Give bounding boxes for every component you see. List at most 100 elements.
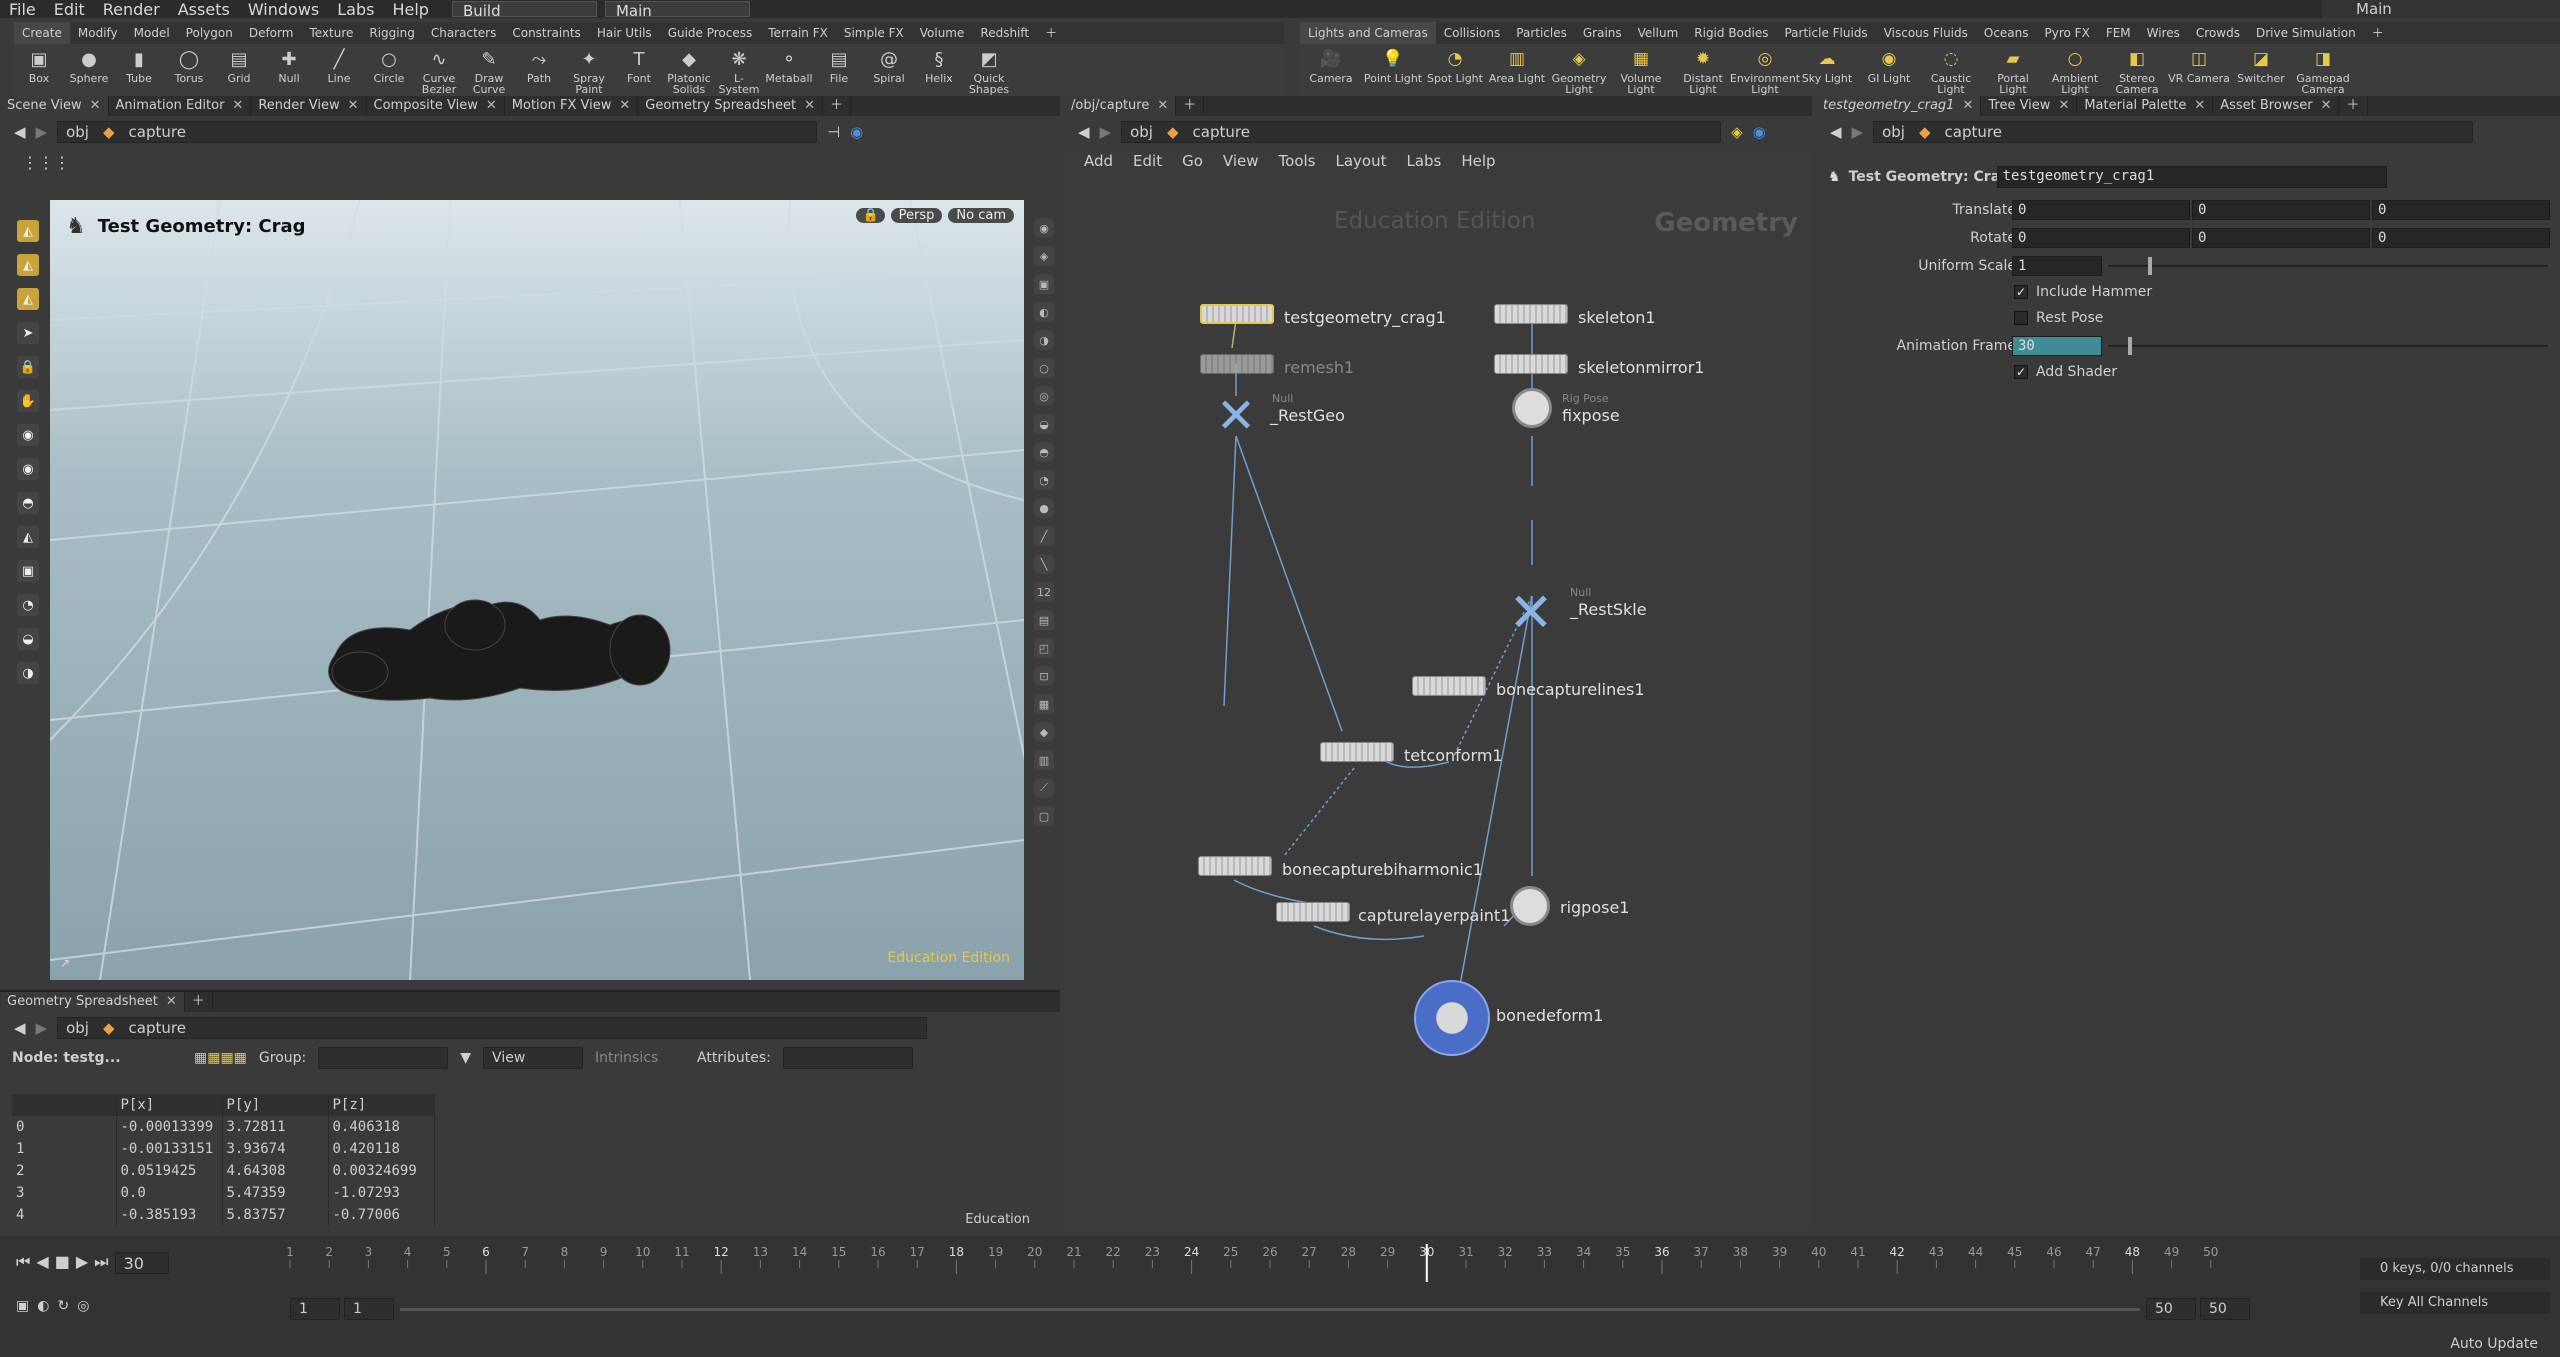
shelf-tab[interactable]: Lights and Cameras (1300, 22, 1436, 44)
shelf-tool[interactable]: ▤ File (814, 48, 864, 84)
shelf-tab[interactable]: Drive Simulation (2248, 22, 2364, 44)
shelf-tool[interactable]: ▰ Portal Light (1982, 48, 2044, 95)
close-icon[interactable]: ✕ (804, 98, 815, 113)
shelf-tool[interactable]: ◈ Geometry Light (1548, 48, 1610, 95)
pane-tab[interactable]: Render View ✕ (251, 96, 367, 116)
shelf-tool[interactable]: ◔ Spot Light (1424, 48, 1486, 84)
display-option-icon[interactable]: ▥ (1034, 750, 1054, 770)
pin-icon[interactable]: ⊣ (827, 123, 840, 141)
shelf-tab[interactable]: Rigid Bodies (1686, 22, 1776, 44)
shelf-tool[interactable]: ◨ Gamepad Camera (2292, 48, 2354, 95)
scale-field[interactable]: 1 (2012, 256, 2102, 276)
audio-icon[interactable]: ◐ (37, 1298, 49, 1314)
translate-x[interactable]: 0 (2012, 200, 2190, 220)
close-icon[interactable]: ✕ (90, 98, 101, 113)
auto-update-label[interactable]: Auto Update (2450, 1336, 2538, 1352)
node-label[interactable]: tetconform1 (1404, 746, 1503, 765)
forward-arrow-icon[interactable]: ▶ (36, 1019, 48, 1037)
play-icon[interactable]: ▶ (76, 1252, 88, 1274)
key-channels-menu[interactable]: Key All Channels (2360, 1292, 2550, 1314)
back-arrow-icon[interactable]: ◀ (14, 123, 26, 141)
menu-windows[interactable]: Windows (239, 0, 328, 19)
shelf-tab[interactable]: Wires (2139, 22, 2188, 44)
pane-tab[interactable]: Geometry Spreadsheet ✕ (638, 96, 824, 116)
forward-arrow-icon[interactable]: ▶ (1852, 123, 1864, 141)
display-option-icon[interactable]: ⟋ (1034, 778, 1054, 798)
close-icon[interactable]: ✕ (486, 98, 497, 113)
playback-end[interactable]: 50 (2146, 1298, 2196, 1320)
path-field[interactable]: obj ◆ capture (57, 121, 818, 143)
frame-field[interactable]: 30 (2012, 336, 2102, 356)
rest-pose-checkbox[interactable] (2014, 311, 2028, 325)
network-node[interactable] (1276, 902, 1350, 922)
shelf-tool[interactable]: ◪ Switcher (2230, 48, 2292, 84)
network-node[interactable] (1200, 304, 1274, 324)
main-desk-select[interactable]: Main (2322, 0, 2560, 18)
shelf-tool[interactable]: ▮ Tube (114, 48, 164, 84)
magnet-tool-icon[interactable]: ◓ (17, 492, 39, 514)
add-shader-checkbox[interactable]: ✓ (2014, 365, 2028, 379)
pane-tab[interactable]: Asset Browser ✕ (2213, 96, 2340, 116)
shelf-tab[interactable]: Hair Utils (589, 22, 660, 44)
display-option-icon[interactable]: ▢ (1034, 806, 1054, 826)
add-tab-button[interactable]: ＋ (185, 992, 213, 1012)
sheet-capture-path[interactable]: capture (129, 1019, 186, 1037)
paint-tool-icon[interactable]: ◭ (17, 288, 39, 310)
shelf-tab[interactable]: Texture (301, 22, 361, 44)
shelf-tab[interactable]: Terrain FX (760, 22, 836, 44)
network-node[interactable] (1512, 388, 1552, 428)
attribute-class-icons[interactable]: ▦▦▦▦ (194, 1050, 247, 1066)
close-icon[interactable]: ✕ (619, 98, 630, 113)
pane-tab[interactable]: Material Palette ✕ (2077, 96, 2214, 116)
col-px[interactable]: P[x] (116, 1094, 223, 1116)
pose-tool-icon[interactable]: ◭ (17, 526, 39, 548)
shelf-tab[interactable]: Characters (423, 22, 505, 44)
shelf-tab[interactable]: Model (126, 22, 178, 44)
add-tab-button[interactable]: ＋ (823, 96, 852, 116)
rotate-x[interactable]: 0 (2012, 228, 2190, 248)
node-label[interactable]: rigpose1 (1560, 898, 1629, 917)
shelf-tool[interactable]: ◩ Quick Shapes (964, 48, 1014, 95)
shelf-tab[interactable]: Volume (912, 22, 973, 44)
shelf-tool[interactable]: ◎ Environment Light (1730, 48, 1800, 95)
close-icon[interactable]: ✕ (166, 994, 177, 1009)
param-path-field[interactable]: obj ◆ capture (1873, 121, 2474, 143)
capture-path[interactable]: capture (129, 123, 186, 141)
realtime-icon[interactable]: ▣ (16, 1298, 29, 1314)
network-node[interactable] (1414, 980, 1490, 1056)
translate-y[interactable]: 0 (2192, 200, 2370, 220)
network-node[interactable] (1494, 304, 1568, 324)
timeline-ruler[interactable]: 1 2 3 4 5 6 7 8 9 10 11 12 13 14 15 16 17 18 19 20 21 22 23 24 2… (280, 1244, 2280, 1284)
shelf-tab[interactable]: Simple FX (836, 22, 912, 44)
node-label[interactable]: bonecapturelines1 (1496, 680, 1645, 699)
shelf-tab[interactable]: Redshift (972, 22, 1037, 44)
shelf-tab[interactable]: Pyro FX (2037, 22, 2098, 44)
lock-tool-icon[interactable]: ◭ (17, 254, 39, 276)
shelf-tool[interactable]: ☁ Sky Light (1796, 48, 1858, 84)
network-node[interactable] (1510, 886, 1550, 926)
add-shelf-icon[interactable]: ＋ (1037, 22, 1065, 44)
display-option-icon[interactable]: ● (1034, 498, 1054, 518)
shelf-tab[interactable]: Vellum (1630, 22, 1687, 44)
shelf-tab[interactable]: Constraints (504, 22, 588, 44)
shelf-tool[interactable]: ▦ Volume Light (1610, 48, 1672, 95)
table-row[interactable]: 2 0.0519425 4.64308 0.00324699 (12, 1160, 435, 1182)
shelf-tool[interactable]: 💡 Point Light (1362, 48, 1424, 84)
sheet-path-field[interactable]: obj ◆ capture (57, 1017, 928, 1039)
col-index[interactable] (12, 1094, 117, 1116)
current-frame-marker[interactable] (1425, 1244, 1428, 1282)
persp-menu[interactable]: Persp (890, 208, 943, 223)
step-back-icon[interactable]: ◀ (36, 1252, 48, 1274)
range-slider[interactable] (400, 1308, 2140, 1311)
shelf-tool[interactable]: ◆ Platonic Solids (664, 48, 714, 95)
viewport[interactable]: ♞ Test Geometry: Crag 🔒 Persp No cam Edu… (50, 200, 1024, 980)
shelf-tool[interactable]: @ Spiral (864, 48, 914, 84)
shelf-tool[interactable]: § Helix (914, 48, 964, 84)
shelf-tool[interactable]: ╱ Line (314, 48, 364, 84)
shelf-tool[interactable]: T Font (614, 48, 664, 84)
loop-icon[interactable]: ↻ (57, 1298, 69, 1314)
close-icon[interactable]: ✕ (2058, 98, 2069, 113)
shelf-tab[interactable]: Collisions (1436, 22, 1509, 44)
scale-slider[interactable] (2108, 257, 2548, 275)
node-name-field[interactable]: testgeometry_crag1 (1996, 166, 2387, 188)
